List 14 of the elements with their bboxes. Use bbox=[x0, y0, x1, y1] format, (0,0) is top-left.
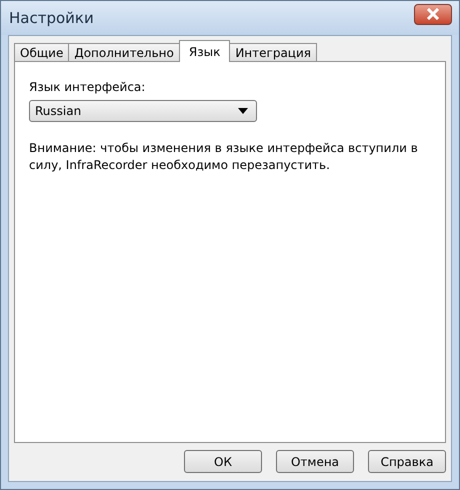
dialog-button[interactable]: Отмена bbox=[276, 450, 354, 473]
note-text: Внимание: чтобы изменения в языке интерфейса вступили в силу, InfraRecorder необходимо перезапустить. bbox=[29, 140, 419, 174]
tab[interactable]: Дополнительно bbox=[68, 43, 180, 62]
dialog-button[interactable]: Справка bbox=[368, 450, 446, 473]
close-button[interactable] bbox=[414, 4, 452, 24]
close-icon bbox=[426, 8, 440, 20]
window-title: Настройки bbox=[9, 9, 94, 27]
language-dropdown[interactable]: Russian bbox=[29, 100, 257, 122]
tab[interactable]: Общие bbox=[14, 43, 70, 62]
tab[interactable]: Язык bbox=[178, 40, 230, 62]
dialog-button[interactable]: ОК bbox=[184, 450, 262, 473]
caret-icon bbox=[238, 108, 248, 114]
field-label: Язык интерфейса: bbox=[29, 80, 146, 94]
tab[interactable]: Интеграция bbox=[229, 43, 317, 62]
